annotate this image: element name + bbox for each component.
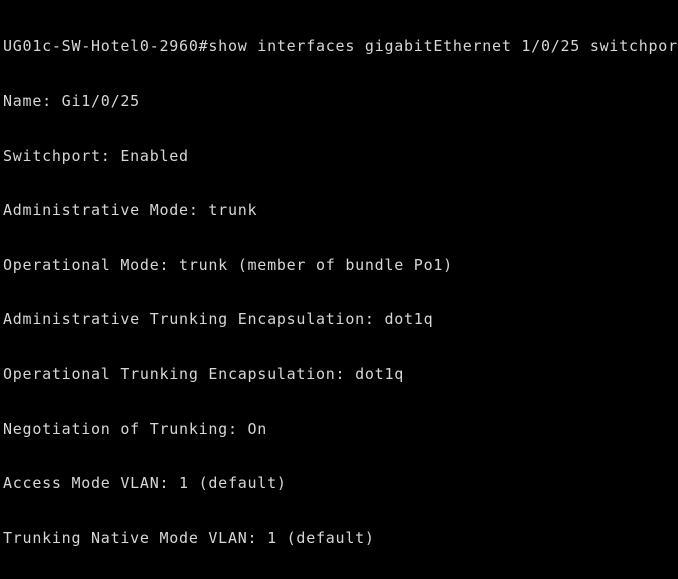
console-line-switchport: Switchport: Enabled	[3, 146, 189, 165]
console-line-trunking-native-mode-vlan: Trunking Native Mode VLAN: 1 (default)	[3, 528, 375, 547]
console-line-command: UG01c-SW-Hotel0-2960#show interfaces gig…	[3, 37, 678, 56]
console-line-access-mode-vlan: Access Mode VLAN: 1 (default)	[3, 474, 287, 493]
console-line-operational-trunking-encapsulation: Operational Trunking Encapsulation: dot1…	[3, 364, 405, 383]
console-output: UG01c-SW-Hotel0-2960#show interfaces gig…	[3, 1, 678, 579]
console-line-administrative-trunking-encapsulation: Administrative Trunking Encapsulation: d…	[3, 310, 434, 329]
terminal-window[interactable]: UG01c-SW-Hotel0-2960#show interfaces gig…	[0, 0, 678, 579]
console-line-administrative-mode: Administrative Mode: trunk	[3, 201, 258, 220]
console-line-name: Name: Gi1/0/25	[3, 92, 140, 110]
console-line-operational-mode: Operational Mode: trunk (member of bundl…	[3, 255, 453, 274]
console-line-negotiation-of-trunking: Negotiation of Trunking: On	[3, 419, 268, 438]
